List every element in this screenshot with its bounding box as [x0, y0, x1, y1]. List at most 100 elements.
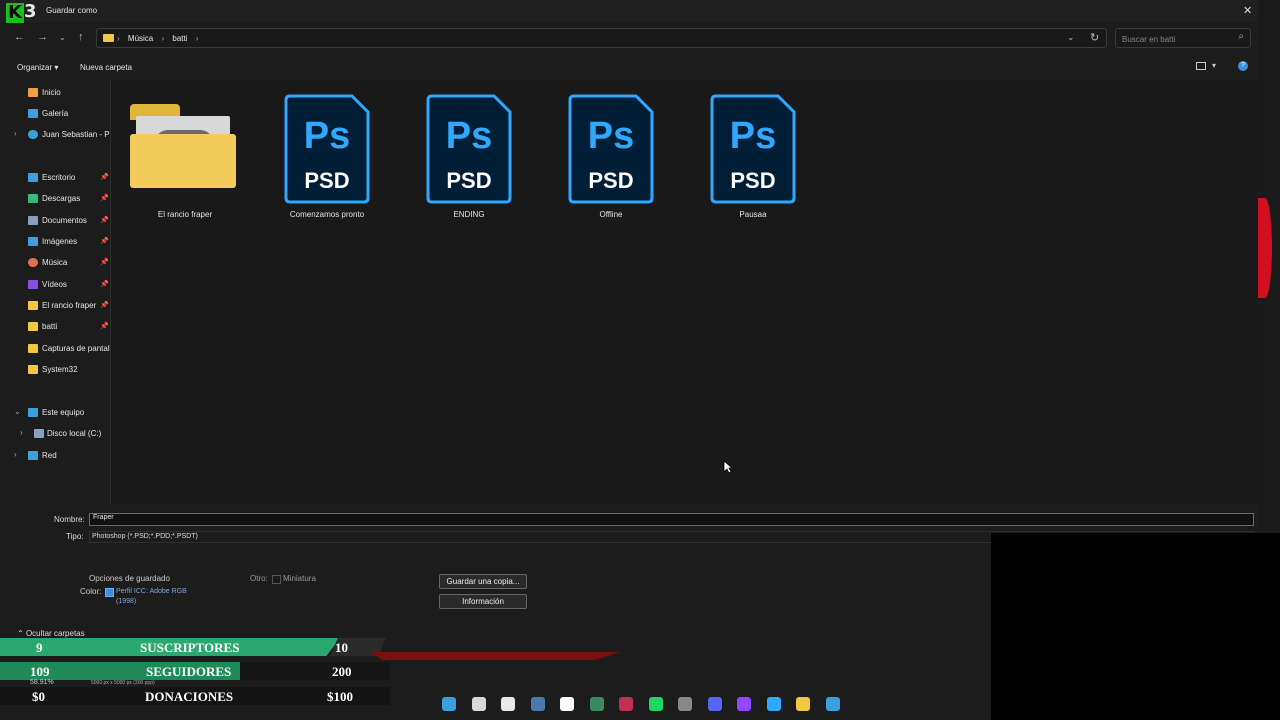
chevron-right-icon[interactable]: ›: [14, 129, 17, 138]
breadcrumb-item[interactable]: batti: [172, 34, 187, 43]
photoshop-icon[interactable]: [766, 697, 781, 711]
sidebar-item-red[interactable]: › Red: [6, 447, 110, 465]
sidebar-item-label: Documentos: [42, 216, 87, 225]
sidebar-item-inicio[interactable]: Inicio: [6, 84, 110, 102]
file-name: El rancio fraper: [157, 210, 213, 219]
chevron-right-icon[interactable]: ›: [20, 428, 23, 437]
thumbnail-checkbox[interactable]: [272, 575, 281, 584]
music-icon: [28, 258, 38, 267]
pin-icon: 📌: [100, 302, 109, 309]
background-graphic: [370, 652, 620, 660]
file-item-psd[interactable]: Ps PSD ENDING: [409, 86, 529, 226]
drive-icon: [34, 429, 44, 438]
file-item-psd[interactable]: Ps PSD Pausaa: [693, 86, 813, 226]
subscribers-goal: 10: [335, 640, 348, 655]
file-item-psd[interactable]: Ps PSD Comenzamos pronto: [267, 86, 387, 226]
document-size-info: 5000 px x 5000 px (300 ppp): [91, 680, 155, 686]
breadcrumb-item[interactable]: Música: [128, 34, 153, 43]
organize-menu[interactable]: Organizar ▾: [17, 63, 58, 72]
file-item-folder[interactable]: El rancio fraper: [125, 86, 245, 226]
pin-icon: 📌: [100, 259, 109, 266]
desktop-icon: [28, 173, 38, 182]
svg-text:Ps: Ps: [446, 115, 492, 157]
sidebar-item-musica[interactable]: Música 📌: [6, 254, 110, 272]
pin-icon: 📌: [100, 281, 109, 288]
sidebar-item-descargas[interactable]: Descargas 📌: [6, 190, 110, 208]
sidebar-item-disco-local[interactable]: › Disco local (C:): [6, 425, 110, 443]
chevron-down-icon: ▾: [54, 63, 59, 72]
file-name-input[interactable]: Fraper: [89, 513, 1254, 526]
chevron-up-icon: ⌃: [17, 629, 24, 638]
sidebar-item-label: System32: [42, 365, 78, 374]
sidebar-item-el-rancio-fraper[interactable]: El rancio fraper 📌: [6, 297, 110, 315]
sidebar-item-videos[interactable]: Vídeos 📌: [6, 276, 110, 294]
hide-folders-toggle[interactable]: ⌃ Ocultar carpetas: [17, 629, 85, 638]
discord-icon[interactable]: [707, 697, 722, 711]
icc-profile-checkbox[interactable]: [105, 588, 114, 597]
address-bar[interactable]: › Música › batti › ⌄ ↻: [96, 28, 1107, 48]
psd-file-icon: Ps PSD: [284, 94, 370, 204]
videos-icon: [28, 280, 38, 289]
search-input[interactable]: [1120, 31, 1234, 47]
notes-icon[interactable]: [589, 697, 604, 711]
save-copy-button[interactable]: Guardar una copia...: [439, 574, 527, 589]
images-icon: [28, 237, 38, 246]
folder-icon: [103, 34, 114, 42]
chevron-right-icon[interactable]: ›: [14, 450, 17, 459]
subscribers-current: 9: [36, 640, 43, 655]
file-name: Offline: [599, 210, 623, 219]
help-icon[interactable]: ?: [1238, 61, 1248, 71]
background-graphic: [1258, 198, 1272, 298]
store-icon[interactable]: [501, 697, 515, 711]
windows-start-icon[interactable]: [442, 697, 456, 711]
folder-icon: [28, 301, 38, 310]
svg-text:PSD: PSD: [446, 168, 491, 193]
sidebar-item-escritorio[interactable]: Escritorio 📌: [6, 169, 110, 187]
sidebar-item-imagenes[interactable]: Imágenes 📌: [6, 233, 110, 251]
sidebar-item-batti[interactable]: batti 📌: [6, 318, 110, 336]
file-item-psd[interactable]: Ps PSD Offline: [551, 86, 671, 226]
cloud-icon: [28, 130, 38, 139]
breadcrumb: › Música › batti ›: [117, 34, 199, 43]
sidebar-item-documentos[interactable]: Documentos 📌: [6, 212, 110, 230]
sidebar-item-galeria[interactable]: Galería: [6, 105, 110, 123]
svg-text:PSD: PSD: [588, 168, 633, 193]
forward-icon[interactable]: →: [37, 31, 48, 43]
chrome-like-icon[interactable]: [678, 697, 692, 711]
sidebar-item-label: Disco local (C:): [47, 429, 102, 438]
twitch-icon[interactable]: [737, 697, 751, 711]
new-folder-button[interactable]: Nueva carpeta: [80, 63, 132, 72]
followers-current: 109: [30, 664, 50, 679]
subscribers-label: SUSCRIPTORES: [140, 640, 240, 655]
psd-file-icon: Ps PSD: [426, 94, 512, 204]
stream-overlay-black-area: [991, 533, 1280, 720]
steam-icon[interactable]: [530, 697, 545, 711]
sidebar-item-capturas[interactable]: Capturas de pantall: [6, 340, 110, 358]
close-icon[interactable]: ✕: [1243, 4, 1252, 17]
sidebar-item-system32[interactable]: System32: [6, 361, 110, 379]
tiktok-icon[interactable]: [560, 697, 574, 711]
search-box[interactable]: ⌕: [1115, 28, 1251, 48]
chevron-down-icon[interactable]: ⌄: [14, 407, 21, 416]
spotify-icon[interactable]: [648, 697, 663, 711]
sidebar-item-este-equipo[interactable]: ⌄ Este equipo: [6, 404, 110, 422]
file-name: Pausaa: [739, 210, 767, 219]
recent-dropdown-icon[interactable]: ⌄: [59, 33, 66, 42]
folder-icon: [28, 322, 38, 331]
chevron-down-icon[interactable]: ▾: [1212, 61, 1216, 70]
search-icon[interactable]: ⌕: [1238, 31, 1244, 42]
donations-label: DONACIONES: [145, 689, 234, 704]
photos-icon[interactable]: [825, 697, 840, 711]
info-button[interactable]: Información: [439, 594, 527, 609]
sidebar-item-label: Galería: [42, 109, 69, 118]
vivaldi-icon[interactable]: [619, 697, 633, 711]
capture-app-icon[interactable]: [471, 697, 486, 711]
view-icon[interactable]: [1196, 62, 1206, 70]
file-explorer-icon[interactable]: [796, 697, 810, 711]
sidebar-item-onedrive[interactable]: › Juan Sebastian - Pe: [6, 126, 110, 144]
chevron-down-icon[interactable]: ⌄: [1067, 32, 1075, 43]
up-icon[interactable]: ↑: [78, 31, 84, 43]
back-icon[interactable]: ←: [14, 31, 25, 43]
icc-profile-label: Perfil ICC: Adobe RGB (1998): [116, 588, 187, 605]
refresh-icon[interactable]: ↻: [1090, 31, 1099, 44]
